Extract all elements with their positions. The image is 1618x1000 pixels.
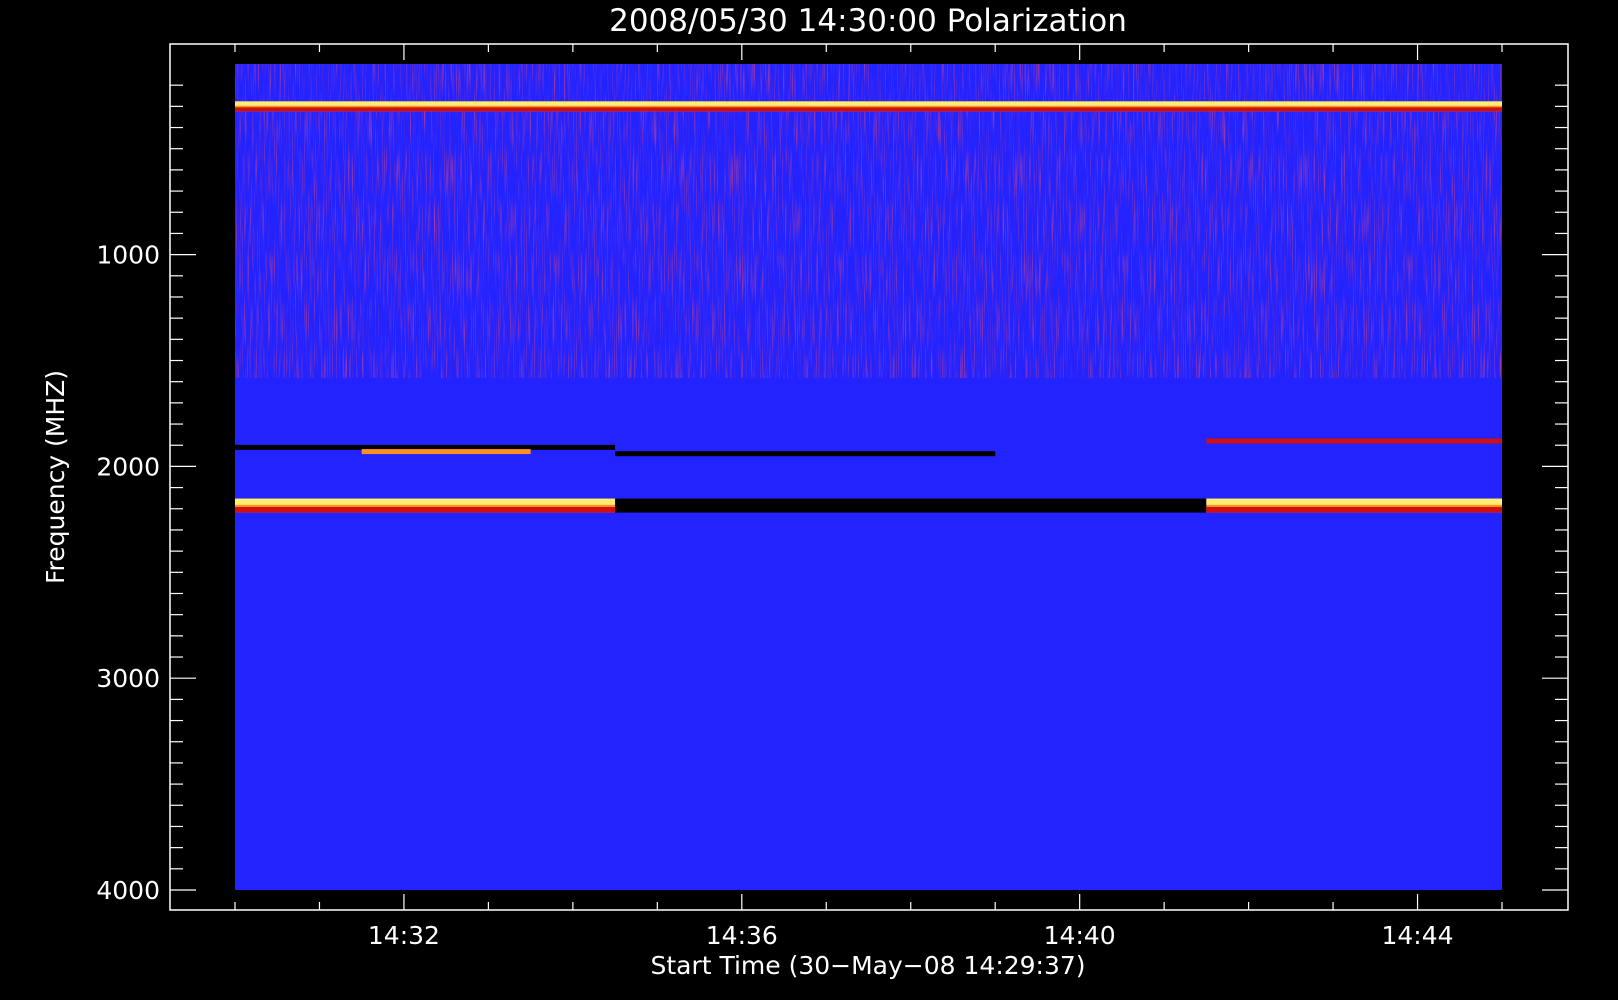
spectrogram-chart: 2008/05/30 14:30:00 Polarization 14:32 14… <box>41 3 1569 980</box>
x-axis-label: Start Time (30−May−08 14:29:37) <box>650 951 1085 980</box>
chart-title: 2008/05/30 14:30:00 Polarization <box>609 3 1127 39</box>
heatmap-feature <box>361 449 531 455</box>
heatmap-feature <box>1206 498 1502 513</box>
x-tick-label: 14:36 <box>706 921 778 950</box>
heatmap-feature <box>1206 438 1502 444</box>
x-tick-label: 14:44 <box>1382 921 1454 950</box>
heatmap-feature <box>235 498 616 513</box>
y-tick-label: 2000 <box>96 452 160 481</box>
heatmap-feature <box>615 498 1207 513</box>
y-tick-label: 4000 <box>96 876 160 905</box>
x-tick-label: 14:40 <box>1044 921 1116 950</box>
y-tick-label: 1000 <box>96 241 160 270</box>
heatmap-feature <box>235 101 1502 112</box>
heatmap-area <box>235 64 1502 890</box>
x-tick-label: 14:32 <box>368 921 440 950</box>
y-axis-label: Frequency (MHZ) <box>41 370 70 584</box>
y-tick-label: 3000 <box>96 664 160 693</box>
heatmap-feature <box>615 451 996 457</box>
